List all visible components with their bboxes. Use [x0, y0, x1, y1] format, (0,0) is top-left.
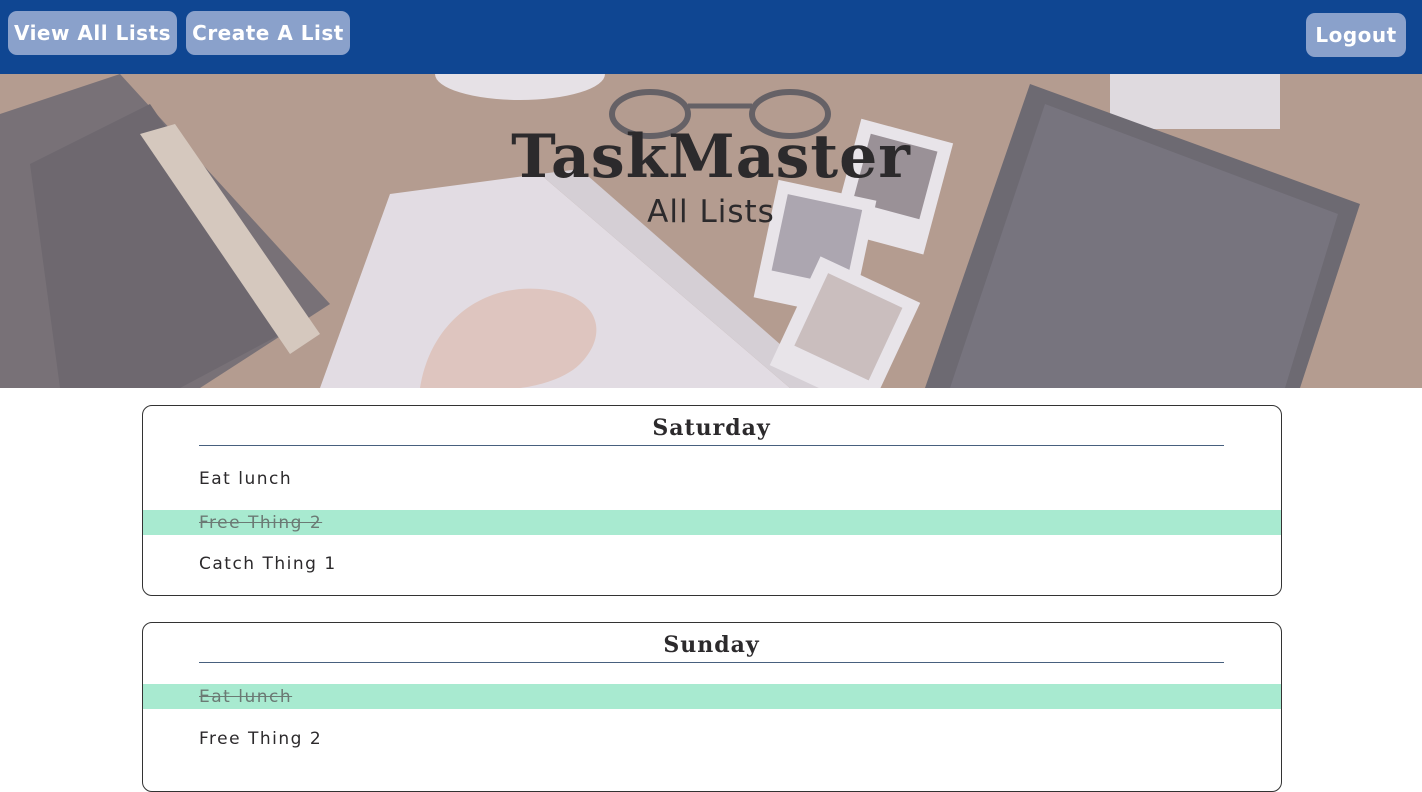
task-item[interactable]: Free Thing 2 [143, 726, 1281, 751]
task-item-completed[interactable]: Eat lunch [143, 684, 1281, 709]
top-nav-bar: View All Lists Create A List Logout [0, 0, 1422, 74]
list-title: Sunday [663, 632, 760, 658]
create-a-list-button[interactable]: Create A List [186, 11, 350, 55]
list-title: Saturday [652, 415, 771, 441]
list-card-sunday: Sunday Eat lunch Free Thing 2 [142, 622, 1282, 792]
view-all-lists-button[interactable]: View All Lists [8, 11, 177, 55]
app-title: TaskMaster [511, 122, 911, 192]
task-item[interactable]: Eat lunch [143, 466, 1281, 491]
logout-button[interactable]: Logout [1306, 13, 1406, 57]
task-item-completed[interactable]: Free Thing 2 [143, 510, 1281, 535]
page-subtitle: All Lists [647, 194, 775, 230]
list-card-saturday: Saturday Eat lunch Free Thing 2 Catch Th… [142, 405, 1282, 596]
hero-banner: TaskMaster All Lists [0, 74, 1422, 388]
divider [199, 445, 1224, 446]
task-item[interactable]: Catch Thing 1 [143, 551, 1281, 576]
divider [199, 662, 1224, 663]
